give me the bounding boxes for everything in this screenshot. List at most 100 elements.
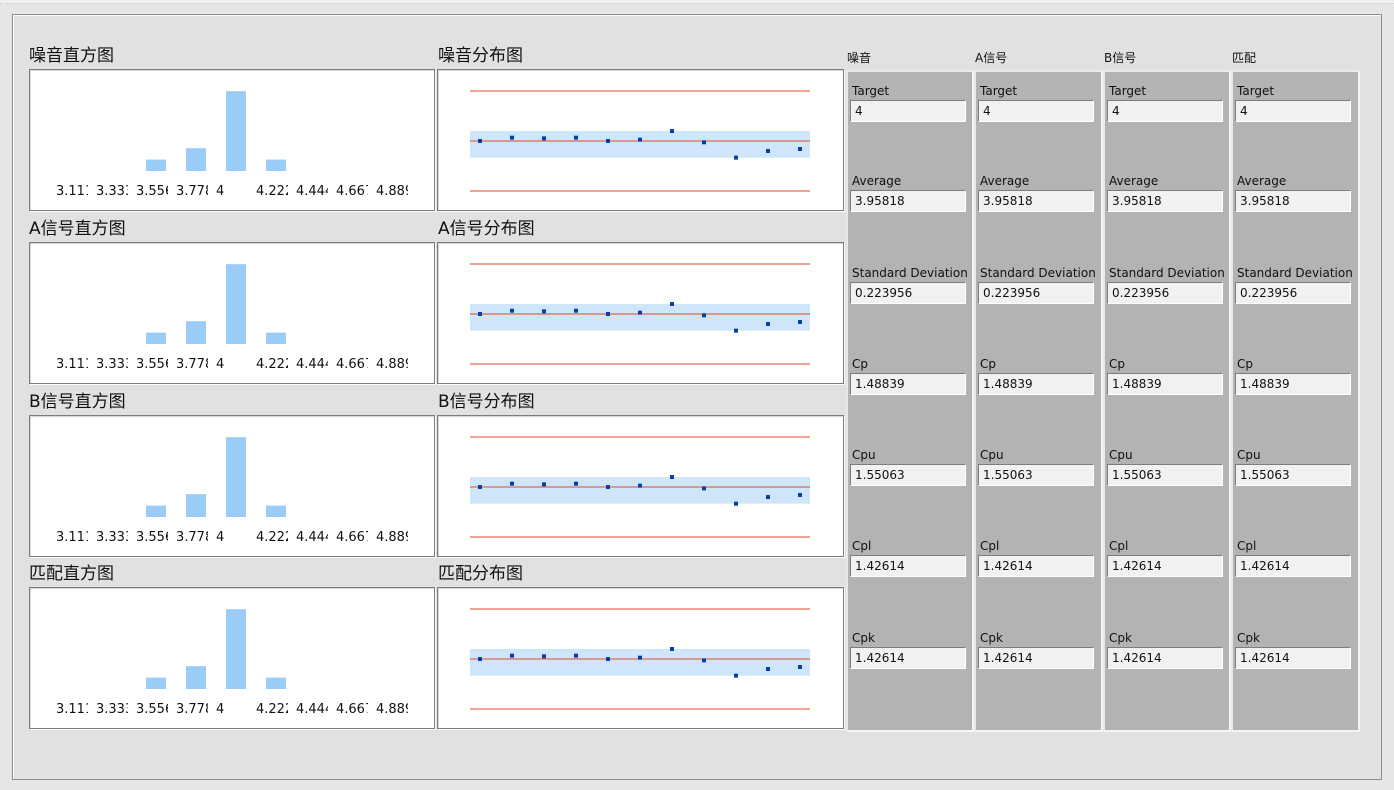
data-point [702, 486, 706, 491]
histogram-tick-label: 3.333 [96, 357, 133, 372]
noise-cp-field[interactable]: 1.48839 [850, 373, 966, 395]
histogram-bar [186, 321, 206, 344]
a-signal-distribution-title: A信号分布图 [438, 219, 535, 239]
b-signal-standard-deviation-label: Standard Deviation [1109, 266, 1225, 280]
match-cpu-field[interactable]: 1.55063 [1235, 464, 1351, 486]
data-point [510, 481, 514, 486]
data-point [638, 137, 642, 142]
a-signal-histogram-title: A信号直方图 [29, 219, 126, 239]
data-point [798, 493, 802, 497]
noise-standard-deviation-label: Standard Deviation [852, 266, 968, 280]
a-signal-stats-header: A信号 [975, 51, 1008, 65]
histogram-tick-label: 4.222 [256, 357, 293, 372]
histogram-bar [186, 148, 206, 171]
histogram-tick-label: 4.667 [336, 530, 373, 545]
noise-target-field[interactable]: 4 [850, 100, 966, 122]
match-target-field[interactable]: 4 [1235, 100, 1351, 122]
b-signal-histogram: 3.111 3.333 3.556 3.778 4 4.222 4.444 4.667 4.88… [29, 415, 435, 557]
noise-cpu-field[interactable]: 1.55063 [850, 464, 966, 486]
match-standard-deviation-field[interactable]: 0.223956 [1235, 282, 1351, 304]
histogram-tick-label: 3.556 [136, 184, 173, 199]
a-signal-histogram: 3.111 3.333 3.556 3.778 4 4.222 4.444 4.667 4.88… [29, 242, 435, 384]
data-point [574, 653, 578, 658]
histogram-tick-label: 4 [216, 530, 224, 545]
noise-stats-header: 噪音 [847, 51, 872, 65]
histogram-tick-label: 4.667 [336, 357, 373, 372]
histogram-tick-label: 3.778 [176, 184, 213, 199]
b-signal-target-field[interactable]: 4 [1107, 100, 1223, 122]
histogram-tick-label: 4 [216, 357, 224, 372]
data-point [478, 312, 482, 316]
histogram-tick-label: 3.111 [56, 357, 93, 372]
data-point [766, 149, 770, 153]
window-top-strip [0, 0, 1394, 4]
tolerance-band [470, 477, 810, 504]
match-cpk-label: Cpk [1237, 631, 1260, 645]
match-standard-deviation-label: Standard Deviation [1237, 266, 1353, 280]
a-signal-cpu-field[interactable]: 1.55063 [978, 464, 1094, 486]
histogram-tick-label: 3.333 [96, 184, 133, 199]
noise-cpk-field[interactable]: 1.42614 [850, 647, 966, 669]
histogram-bar [266, 332, 286, 344]
match-distribution-chart [437, 587, 844, 729]
a-signal-target-field[interactable]: 4 [978, 100, 1094, 122]
data-point [606, 485, 610, 489]
b-signal-cpl-field[interactable]: 1.42614 [1107, 555, 1223, 577]
histogram-bar [146, 332, 166, 344]
histogram-tick-label: 4.444 [296, 702, 333, 717]
b-signal-standard-deviation-field[interactable]: 0.223956 [1107, 282, 1223, 304]
a-signal-cpu-label: Cpu [980, 448, 1004, 462]
a-signal-cpk-field[interactable]: 1.42614 [978, 647, 1094, 669]
data-point [766, 495, 770, 499]
histogram-bar [226, 264, 246, 344]
histogram-bar [146, 677, 166, 689]
data-point [702, 313, 706, 318]
match-cp-label: Cp [1237, 357, 1253, 371]
a-signal-cp-field[interactable]: 1.48839 [978, 373, 1094, 395]
b-signal-cpu-label: Cpu [1109, 448, 1133, 462]
match-cp-field[interactable]: 1.48839 [1235, 373, 1351, 395]
histogram-tick-label: 4.889 [376, 184, 413, 199]
match-cpu-label: Cpu [1237, 448, 1261, 462]
histogram-tick-label: 4.222 [256, 184, 293, 199]
b-signal-histogram-title: B信号直方图 [29, 392, 126, 412]
b-signal-cpk-field[interactable]: 1.42614 [1107, 647, 1223, 669]
a-signal-average-field[interactable]: 3.95818 [978, 190, 1094, 212]
a-signal-standard-deviation-field[interactable]: 0.223956 [978, 282, 1094, 304]
data-point [670, 129, 674, 133]
noise-standard-deviation-field[interactable]: 0.223956 [850, 282, 966, 304]
histogram-tick-label: 3.778 [176, 702, 213, 717]
data-point [542, 482, 546, 487]
histogram-tick-label: 3.556 [136, 702, 173, 717]
match-distribution-title: 匹配分布图 [438, 564, 523, 584]
histogram-bar [146, 159, 166, 171]
tolerance-band [470, 304, 810, 331]
noise-histogram-title: 噪音直方图 [29, 46, 114, 66]
match-cpl-field[interactable]: 1.42614 [1235, 555, 1351, 577]
match-cpk-field[interactable]: 1.42614 [1235, 647, 1351, 669]
b-signal-distribution-chart [437, 415, 844, 557]
histogram-tick-label: 3.778 [176, 357, 213, 372]
data-point [478, 485, 482, 489]
data-point [574, 135, 578, 140]
data-point [766, 322, 770, 326]
match-average-field[interactable]: 3.95818 [1235, 190, 1351, 212]
data-point [734, 673, 738, 678]
noise-average-field[interactable]: 3.95818 [850, 190, 966, 212]
noise-cpk-label: Cpk [852, 631, 875, 645]
data-point [798, 320, 802, 324]
a-signal-cpl-field[interactable]: 1.42614 [978, 555, 1094, 577]
data-point [574, 308, 578, 313]
a-signal-standard-deviation-label: Standard Deviation [980, 266, 1096, 280]
histogram-bar [266, 159, 286, 171]
tolerance-band [470, 649, 810, 676]
histogram-tick-label: 3.556 [136, 530, 173, 545]
b-signal-cpu-field[interactable]: 1.55063 [1107, 464, 1223, 486]
b-signal-average-field[interactable]: 3.95818 [1107, 190, 1223, 212]
a-signal-cpk-label: Cpk [980, 631, 1003, 645]
data-point [702, 140, 706, 145]
noise-cpl-field[interactable]: 1.42614 [850, 555, 966, 577]
noise-cpl-label: Cpl [852, 539, 872, 553]
histogram-tick-label: 3.333 [96, 702, 133, 717]
b-signal-cp-field[interactable]: 1.48839 [1107, 373, 1223, 395]
